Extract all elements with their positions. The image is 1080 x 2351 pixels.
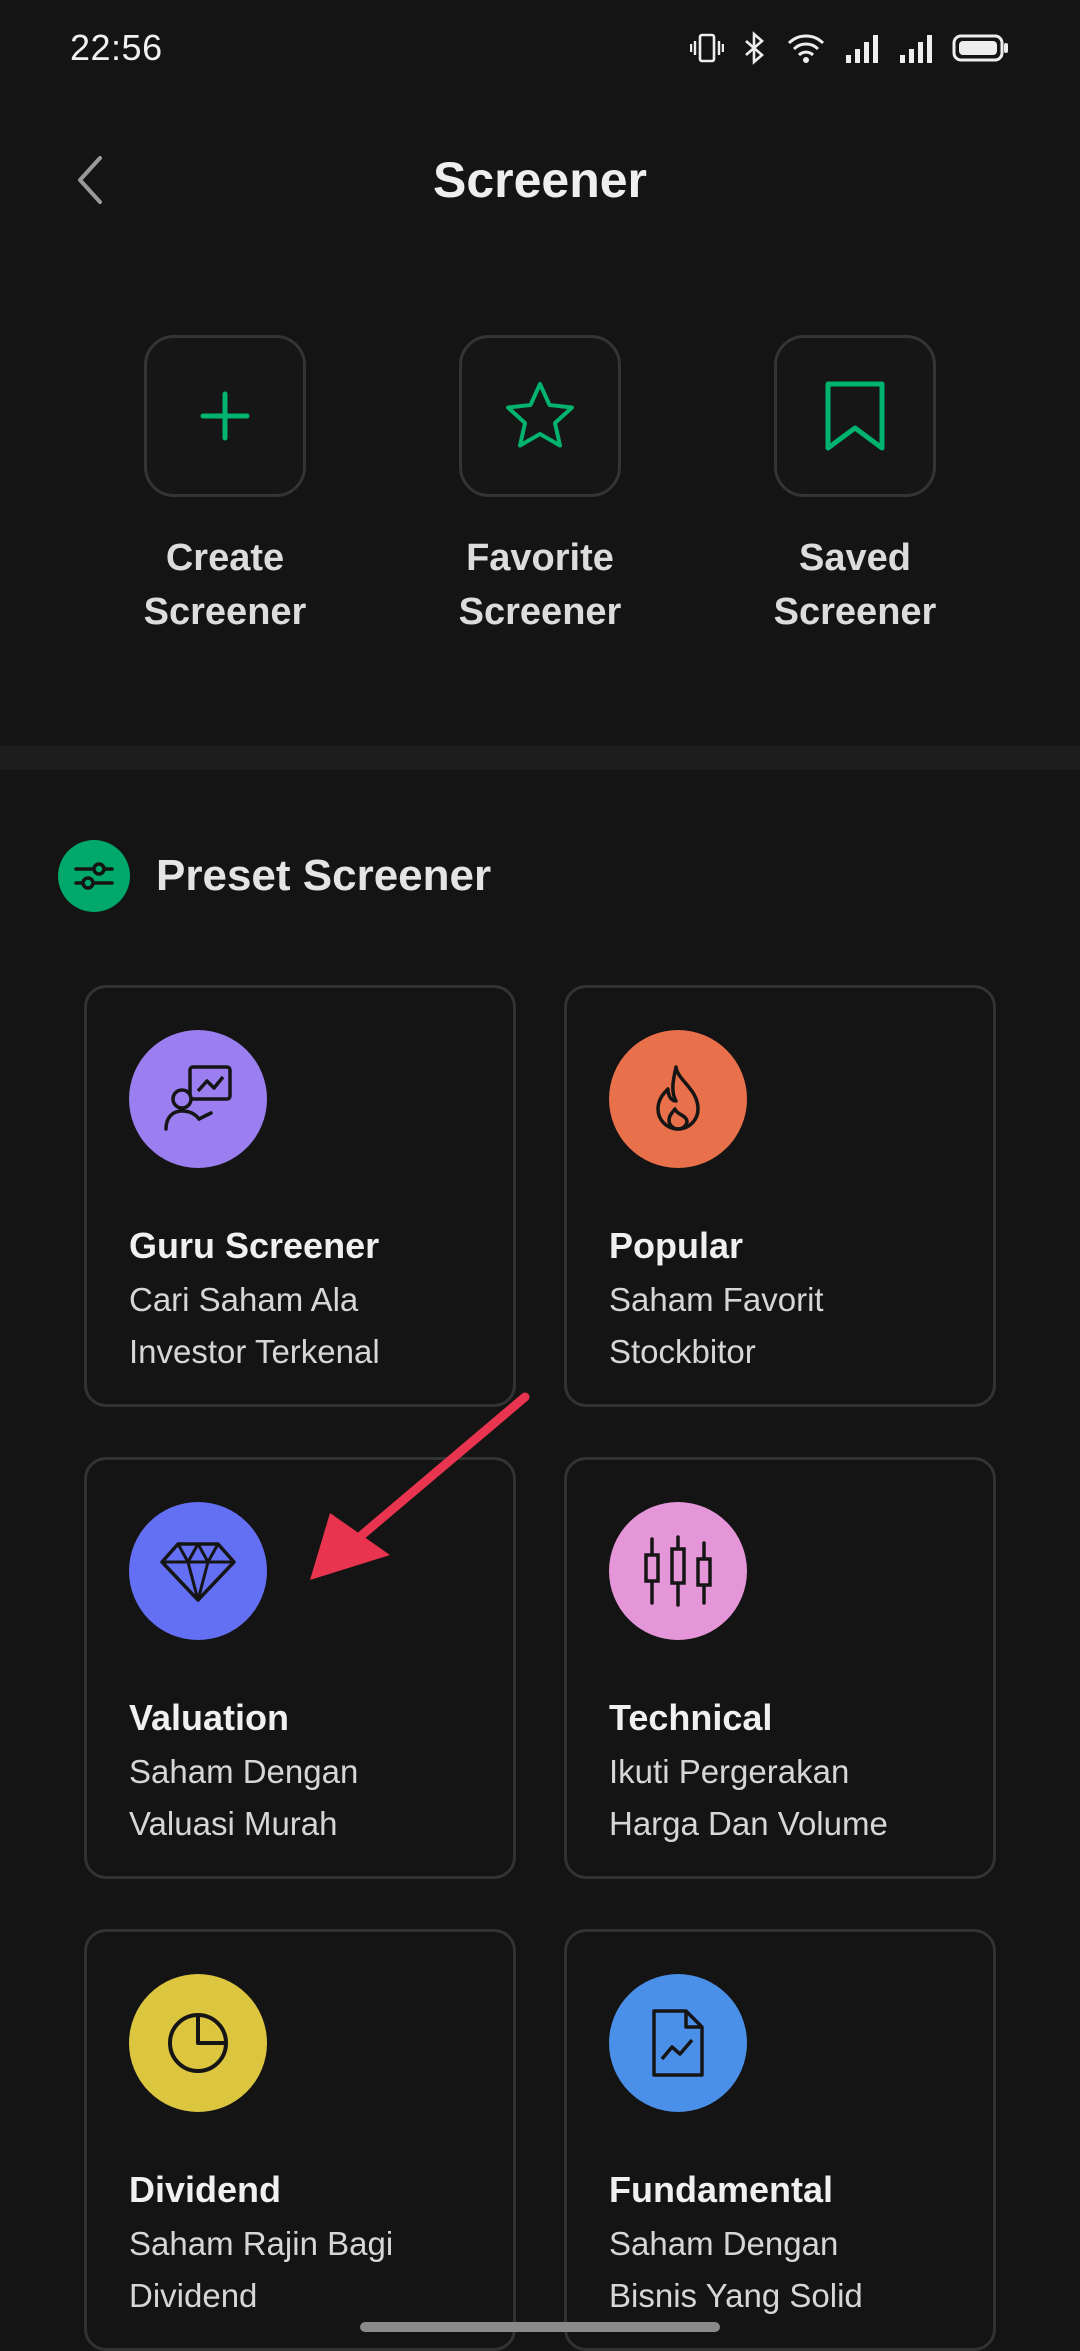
saved-screener-label: Saved Screener: [773, 537, 937, 633]
status-bar: 22:56: [0, 0, 1080, 96]
chevron-left-icon: [78, 156, 102, 204]
create-screener-icon-box[interactable]: [144, 335, 306, 497]
section-title: Preset Screener: [156, 851, 492, 900]
favorite-screener-label: Favorite Screener: [458, 537, 622, 633]
quick-actions: Create Screener Favorite Screener Saved …: [0, 335, 1080, 639]
bookmark-icon: [825, 381, 885, 451]
bluetooth-icon: [745, 31, 764, 65]
favorite-screener-button[interactable]: Favorite Screener: [425, 335, 655, 639]
section-divider: [0, 746, 1080, 770]
signal-icon-2: [900, 35, 932, 63]
card-title: Guru Screener: [129, 1225, 380, 1266]
card-description: Ikuti Pergerakan Harga Dan Volume: [609, 1753, 888, 1842]
sliders-icon: [58, 840, 130, 912]
preset-card-guru[interactable]: Guru Screener Cari Saham Ala Investor Te…: [84, 985, 516, 1407]
document-chart-icon: [609, 1974, 747, 2112]
card-title: Dividend: [129, 2169, 282, 2210]
card-description: Saham Rajin Bagi Dividend: [129, 2225, 394, 2314]
card-title: Fundamental: [609, 2169, 834, 2210]
preset-section-header: Preset Screener: [58, 840, 491, 912]
candlestick-icon: [609, 1502, 747, 1640]
card-description: Saham Favorit Stockbitor: [609, 1281, 824, 1370]
preset-card-technical[interactable]: Technical Ikuti Pergerakan Harga Dan Vol…: [564, 1457, 996, 1879]
annotation-arrow-icon: [310, 1392, 530, 1580]
card-title: Popular: [609, 1225, 744, 1266]
card-description: Cari Saham Ala Investor Terkenal: [129, 1281, 380, 1370]
status-icons: [690, 31, 1010, 65]
star-icon: [506, 382, 574, 448]
flame-icon: [609, 1030, 747, 1168]
create-screener-button[interactable]: Create Screener: [110, 335, 340, 639]
favorite-screener-icon-box[interactable]: [459, 335, 621, 497]
wifi-icon: [787, 34, 825, 63]
card-title: Valuation: [129, 1697, 290, 1738]
diamond-icon: [129, 1502, 267, 1640]
preset-card-fundamental[interactable]: Fundamental Saham Dengan Bisnis Yang Sol…: [564, 1929, 996, 2351]
preset-grid: Guru Screener Cari Saham Ala Investor Te…: [84, 985, 996, 2351]
card-description: Saham Dengan Bisnis Yang Solid: [609, 2225, 863, 2314]
page-title: Screener: [432, 152, 648, 208]
card-title: Technical: [609, 1697, 773, 1738]
plus-icon: [200, 391, 250, 441]
pie-chart-icon: [129, 1974, 267, 2112]
signal-icon-1: [846, 35, 878, 63]
saved-screener-button[interactable]: Saved Screener: [740, 335, 970, 639]
saved-screener-icon-box[interactable]: [774, 335, 936, 497]
vibrate-icon: [690, 33, 724, 63]
status-time: 22:56: [70, 27, 163, 68]
preset-card-dividend[interactable]: Dividend Saham Rajin Bagi Dividend: [84, 1929, 516, 2351]
header: Screener: [0, 120, 1080, 240]
preset-card-popular[interactable]: Popular Saham Favorit Stockbitor: [564, 985, 996, 1407]
card-description: Saham Dengan Valuasi Murah: [129, 1753, 359, 1842]
create-screener-label: Create Screener: [143, 537, 307, 633]
home-indicator[interactable]: [360, 2322, 720, 2332]
battery-icon: [952, 34, 1008, 62]
back-button[interactable]: [60, 150, 120, 210]
presenter-chart-icon: [129, 1030, 267, 1168]
